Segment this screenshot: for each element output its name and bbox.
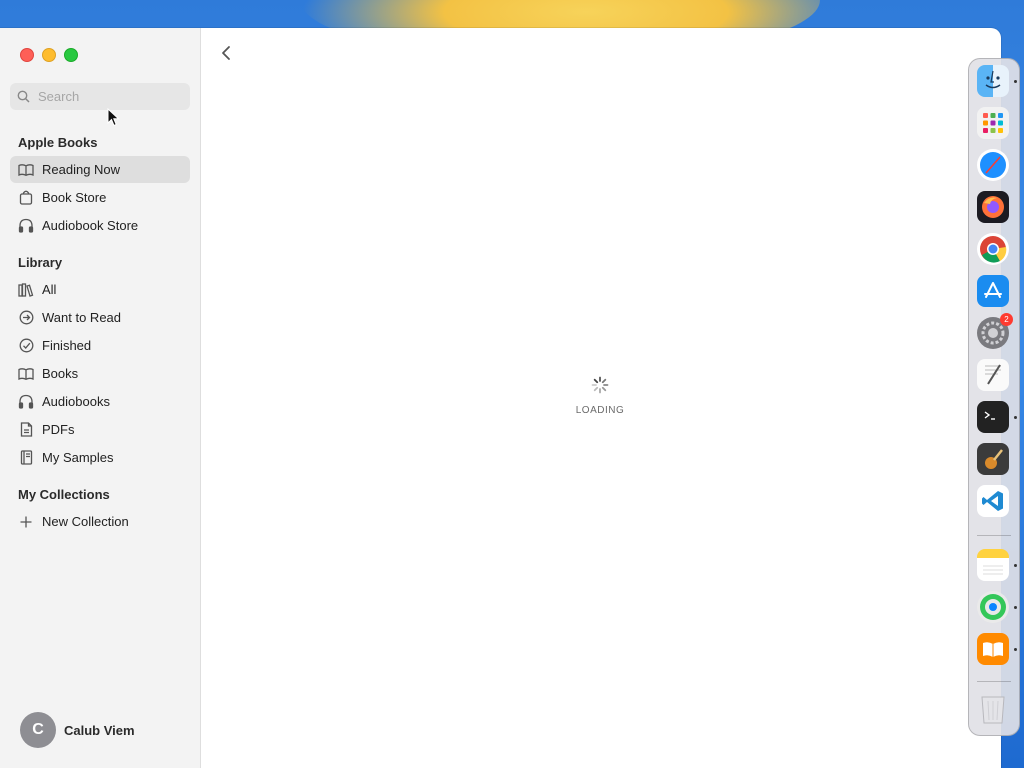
book-open-icon xyxy=(18,366,34,382)
finder-icon[interactable] xyxy=(977,65,1009,97)
sidebar-item-label: Books xyxy=(42,366,79,381)
dock-separator xyxy=(977,681,1011,682)
spinner-icon xyxy=(591,376,609,394)
sidebar-item-audiobook-store[interactable]: Audiobook Store xyxy=(10,212,190,239)
sidebar-item-audiobooks[interactable]: Audiobooks xyxy=(10,388,190,415)
dock-separator xyxy=(977,535,1011,536)
sidebar: Apple Books Reading Now Book Store Audio… xyxy=(0,28,201,768)
running-indicator xyxy=(1014,648,1017,651)
app-store-icon[interactable] xyxy=(977,275,1009,307)
running-indicator xyxy=(1014,564,1017,567)
search-field[interactable] xyxy=(10,83,190,110)
back-chevron-icon[interactable] xyxy=(218,44,236,62)
window-controls xyxy=(20,48,78,62)
running-indicator xyxy=(1014,416,1017,419)
sidebar-item-books[interactable]: Books xyxy=(10,360,190,387)
terminal-icon[interactable] xyxy=(977,401,1009,433)
shopping-bag-icon xyxy=(18,190,34,206)
book-open-icon xyxy=(18,162,34,178)
trash-icon[interactable] xyxy=(977,693,1009,725)
sidebar-item-reading-now[interactable]: Reading Now xyxy=(10,156,190,183)
sidebar-item-label: Book Store xyxy=(42,190,107,205)
sidebar-item-label: Audiobook Store xyxy=(42,218,139,233)
section-library: Library xyxy=(18,255,63,270)
launchpad-icon[interactable] xyxy=(977,107,1009,139)
sample-book-icon xyxy=(18,450,34,466)
sidebar-item-label: PDFs xyxy=(42,422,75,437)
sidebar-item-new-collection[interactable]: New Collection xyxy=(10,508,190,535)
search-input[interactable] xyxy=(36,88,180,105)
sidebar-item-label: Reading Now xyxy=(42,162,121,177)
sidebar-item-book-store[interactable]: Book Store xyxy=(10,184,190,211)
loading-label: LOADING xyxy=(575,405,625,416)
system-settings-icon[interactable]: 2 xyxy=(977,313,1013,349)
notes-icon[interactable] xyxy=(977,549,1009,581)
sidebar-item-label: Finished xyxy=(42,338,92,353)
sidebar-item-all[interactable]: All xyxy=(10,276,190,303)
find-my-icon[interactable] xyxy=(977,591,1009,623)
chrome-icon[interactable] xyxy=(977,233,1009,265)
section-apple-books: Apple Books xyxy=(18,135,98,150)
sidebar-item-label: All xyxy=(42,282,57,297)
sidebar-item-label: Want to Read xyxy=(42,310,122,325)
books-window: Apple Books Reading Now Book Store Audio… xyxy=(0,28,1001,768)
sidebar-item-finished[interactable]: Finished xyxy=(10,332,190,359)
account-profile[interactable]: C Calub Viem xyxy=(20,712,135,748)
loading-indicator: LOADING xyxy=(560,376,640,416)
running-indicator xyxy=(1014,606,1017,609)
mouse-cursor-icon xyxy=(107,108,120,127)
notification-badge: 2 xyxy=(1000,313,1013,326)
firefox-icon[interactable] xyxy=(977,191,1009,223)
headphones-icon xyxy=(18,218,34,234)
sidebar-item-label: Audiobooks xyxy=(42,394,110,409)
vscode-icon[interactable] xyxy=(977,485,1009,517)
document-icon xyxy=(18,422,34,438)
zoom-window-button[interactable] xyxy=(64,48,78,62)
headphones-icon xyxy=(18,394,34,410)
books-icon[interactable] xyxy=(977,633,1009,665)
sidebar-item-label: My Samples xyxy=(42,450,114,465)
search-icon xyxy=(17,90,30,103)
section-my-collections: My Collections xyxy=(18,487,110,502)
plus-icon xyxy=(18,514,34,530)
books-shelf-icon xyxy=(18,282,34,298)
sidebar-item-pdfs[interactable]: PDFs xyxy=(10,416,190,443)
checkmark-circle-icon xyxy=(18,338,34,354)
textedit-icon[interactable] xyxy=(977,359,1009,391)
safari-icon[interactable] xyxy=(977,149,1009,181)
garageband-icon[interactable] xyxy=(977,443,1009,475)
account-name: Calub Viem xyxy=(64,722,135,738)
sidebar-item-label: New Collection xyxy=(42,514,129,529)
minimize-window-button[interactable] xyxy=(42,48,56,62)
avatar: C xyxy=(20,712,56,748)
dock: 2 xyxy=(968,58,1020,736)
running-indicator xyxy=(1014,80,1017,83)
close-window-button[interactable] xyxy=(20,48,34,62)
sidebar-item-my-samples[interactable]: My Samples xyxy=(10,444,190,471)
arrow-circle-icon xyxy=(18,310,34,326)
sidebar-item-want-to-read[interactable]: Want to Read xyxy=(10,304,190,331)
